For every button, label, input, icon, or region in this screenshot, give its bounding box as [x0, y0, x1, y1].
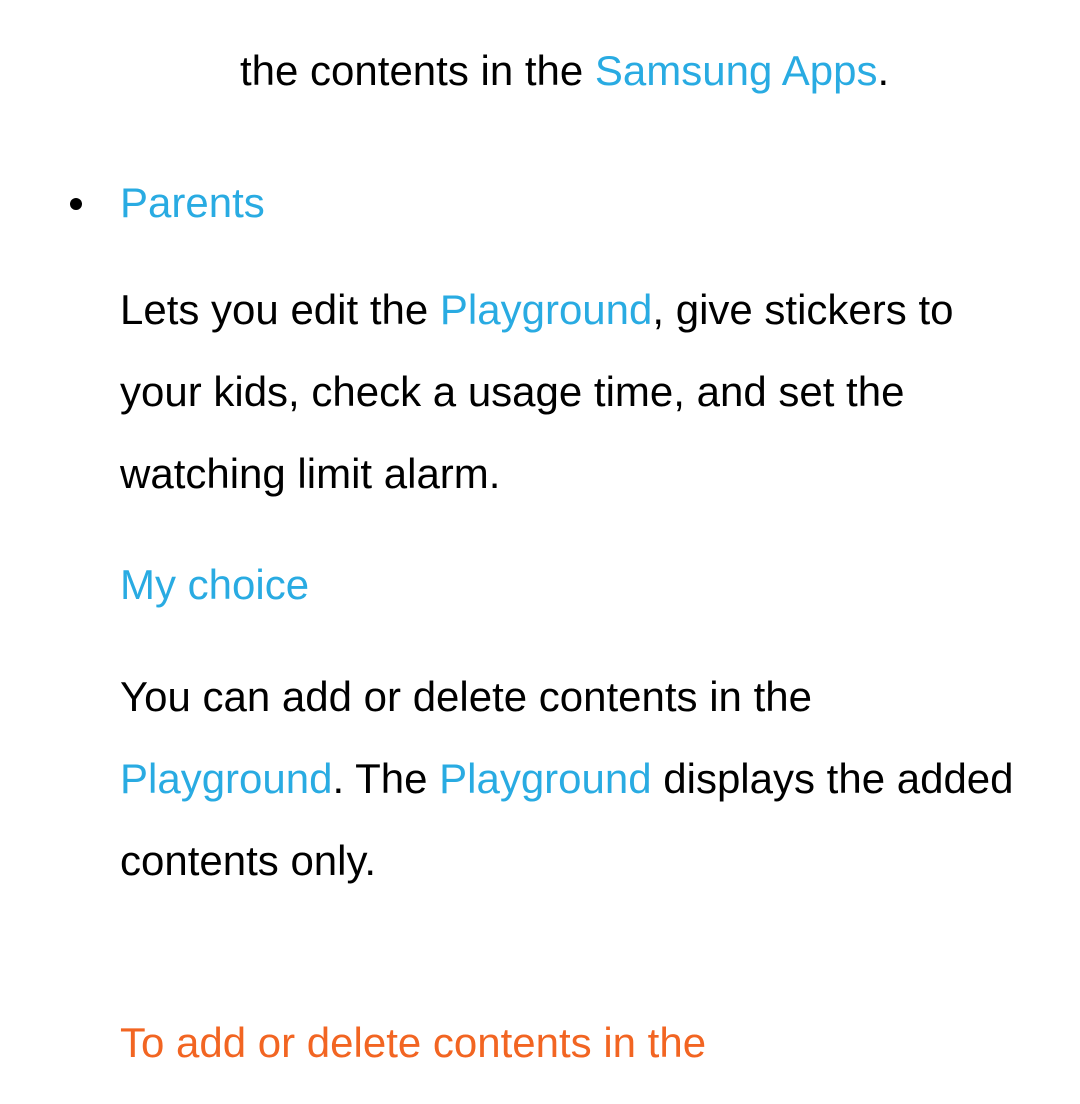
- para2-mid: . The: [332, 755, 439, 802]
- playground-link-2[interactable]: Playground: [120, 755, 332, 802]
- my-choice-description: You can add or delete contents in the Pl…: [40, 656, 1040, 902]
- top-fragment-line: the contents in the Samsung Apps.: [40, 30, 1040, 112]
- parents-title[interactable]: Parents: [120, 162, 265, 244]
- playground-link-1[interactable]: Playground: [440, 286, 652, 333]
- my-choice-title-block: My choice: [40, 544, 1040, 626]
- bullet-list-item: Parents: [40, 162, 1040, 244]
- samsung-apps-link[interactable]: Samsung Apps: [595, 47, 878, 94]
- para2-pre: You can add or delete contents in the: [120, 673, 812, 720]
- orange-heading: To add or delete contents in the: [120, 1019, 706, 1066]
- top-fragment-pre: the contents in the: [240, 47, 595, 94]
- para1-pre: Lets you edit the: [120, 286, 440, 333]
- orange-heading-block: To add or delete contents in the: [40, 1002, 1040, 1084]
- parents-description: Lets you edit the Playground, give stick…: [40, 269, 1040, 515]
- bullet-icon: [70, 198, 82, 210]
- my-choice-title[interactable]: My choice: [120, 561, 309, 608]
- playground-link-3[interactable]: Playground: [439, 755, 651, 802]
- top-fragment-post: .: [877, 47, 889, 94]
